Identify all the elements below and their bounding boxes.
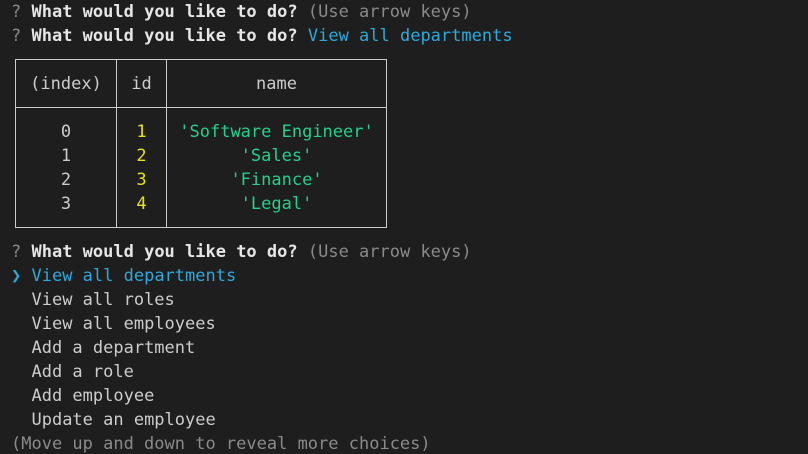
table-row-index: 0 [60,122,72,142]
prompt-hint: (Use arrow keys) [307,242,472,262]
table-header-id: id [131,74,152,94]
menu-item-label: Update an employee [31,410,216,430]
question-mark: ? [11,26,22,46]
menu-item-label: Add a role [31,362,134,382]
table-row-name: 'Legal' [240,194,313,214]
menu-item-label: View all departments [31,266,237,286]
prompt-hint: (Use arrow keys) [307,2,472,22]
table-row-id: 2 [136,146,147,166]
pointer-icon: ❯ [11,266,22,286]
table-header-divider [16,107,386,108]
prompt-line-3: ? What would you like to do? (Use arrow … [11,240,472,264]
table-row-name: 'Software Engineer' [179,122,374,142]
menu-item-add-employee[interactable]: Add employee [11,384,154,408]
menu-item-view-all-roles[interactable]: View all roles [11,288,175,312]
menu-item-add-department[interactable]: Add a department [11,336,195,360]
prompt-line-2: ? What would you like to do? View all de… [11,24,513,48]
prompt-line-1: ? What would you like to do? (Use arrow … [11,0,472,24]
menu-item-label: View all employees [31,314,216,334]
table-row-index: 1 [60,146,72,166]
menu-item-label: Add a department [31,338,196,358]
table-row-id: 3 [136,170,147,190]
menu-item-update-employee[interactable]: Update an employee [11,408,216,432]
menu-item-label: View all roles [31,290,175,310]
table-row-index: 3 [60,194,72,214]
menu-item-view-all-employees[interactable]: View all employees [11,312,216,336]
prompt-question: What would you like to do? [31,242,298,262]
question-mark: ? [11,242,22,262]
table-row-index: 2 [60,170,72,190]
question-mark: ? [11,2,22,22]
menu-footer-hint: (Move up and down to reveal more choices… [11,434,431,454]
table-row-name: 'Finance' [230,170,323,190]
table-row-id: 1 [136,122,147,142]
departments-table: (index) id name 0 1 'Software Engineer' … [15,59,387,228]
table-row-id: 4 [136,194,147,214]
prompt-question: What would you like to do? [31,26,298,46]
prompt-answer: View all departments [307,26,513,46]
table-row-name: 'Sales' [240,146,313,166]
menu-item-label: Add employee [31,386,155,406]
table-header-index: (index) [30,74,102,94]
table-header-name: name [256,74,297,94]
menu-item-view-all-departments[interactable]: ❯ View all departments [11,264,236,288]
menu-item-add-role[interactable]: Add a role [11,360,134,384]
prompt-question: What would you like to do? [31,2,298,22]
